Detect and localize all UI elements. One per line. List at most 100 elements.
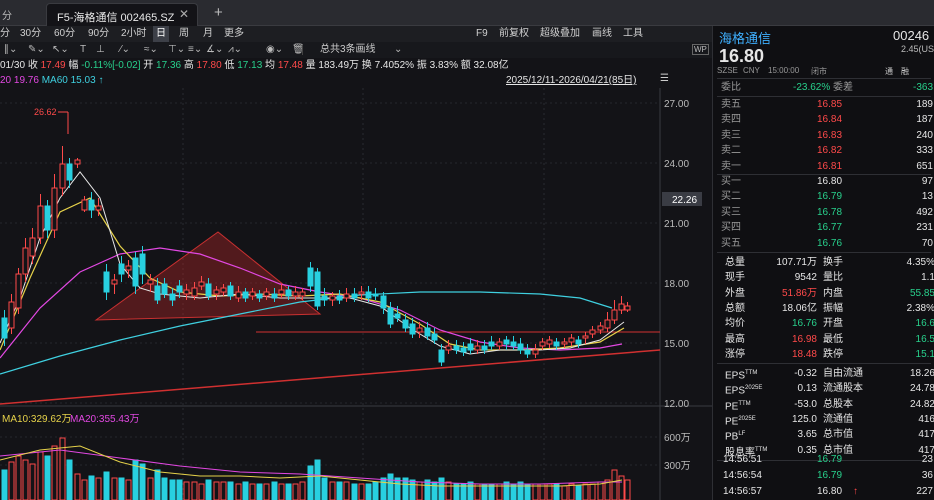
info-open-label: 开	[143, 60, 154, 71]
volume-bar	[285, 483, 292, 500]
toolbar-f9[interactable]: F9	[476, 26, 488, 42]
ask-label: 卖一	[721, 160, 741, 172]
volume-bar	[372, 481, 379, 500]
stat-label: 最低	[823, 333, 843, 345]
chevron-down-icon[interactable]: ⌄	[394, 42, 402, 58]
tab-stock[interactable]: F5-海格通信 002465.SZ ✕	[46, 3, 198, 26]
measure-icon[interactable]: ⊥	[96, 42, 105, 58]
candle-body	[15, 273, 22, 309]
stat-label: 总量	[725, 257, 745, 268]
info-vol-label: 量	[305, 60, 316, 71]
volume-bar	[256, 483, 263, 500]
pattern-tool-icon[interactable]: ∡⌄	[206, 42, 223, 58]
fin-label: 流通股本	[823, 383, 863, 395]
stat-value: 16.6	[915, 318, 934, 330]
wave-tool-icon[interactable]: ⩘⌄	[228, 42, 242, 58]
candle-body	[589, 329, 596, 335]
up-arrow-icon: ↑	[853, 485, 858, 497]
toolbar-partial-label[interactable]: 分	[2, 7, 12, 22]
volume-bar	[365, 483, 372, 500]
ruler-icon[interactable]: ✎⌄	[28, 42, 45, 58]
ask-label: 卖五	[721, 99, 741, 110]
stat-row: 总额 18.06亿 振幅 2.38%	[713, 301, 934, 316]
kline-chart[interactable]: 27.00 24.00 21.00 18.00 15.00 12.00 22.2…	[0, 88, 712, 500]
toolbar-overlay[interactable]: 超级叠加	[540, 26, 580, 42]
stat-label: 均价	[725, 318, 745, 330]
toolbar-qianfuquan[interactable]: 前复权	[499, 26, 529, 42]
volume-bar	[220, 481, 227, 500]
wp-icon[interactable]: WP	[692, 44, 709, 55]
volume-bar	[424, 479, 431, 500]
tick-price: 16.79	[817, 469, 843, 481]
candle-body	[604, 319, 611, 329]
fib-tool-icon[interactable]: ≡⌄	[188, 42, 202, 58]
volume-bar	[183, 481, 190, 500]
candle-body	[394, 313, 401, 319]
volume-bar	[611, 469, 618, 500]
candle-body	[111, 279, 118, 285]
drawing-select[interactable]: 总共3条画线	[320, 42, 376, 58]
vol-tick-300: 300万	[664, 461, 691, 472]
candle-body	[242, 291, 249, 299]
volume-bar	[517, 481, 524, 500]
info-amount-label: 额	[460, 60, 471, 71]
volume-bar	[561, 485, 568, 500]
candle-body	[278, 289, 285, 295]
candle-body	[517, 343, 524, 351]
candle-body	[409, 323, 416, 335]
y-tick-18: 18.00	[664, 279, 689, 290]
period-more[interactable]: 更多	[224, 26, 244, 42]
period-week[interactable]: 周	[179, 26, 189, 42]
channel-tool-icon[interactable]: ≈⌄	[144, 42, 158, 58]
fin-label: 流通值	[823, 413, 853, 425]
quote-time: 15:00:00	[768, 66, 800, 75]
eye-icon[interactable]: ◉⌄	[266, 42, 283, 58]
bid-label: 买二	[721, 191, 741, 203]
candle-body	[51, 187, 58, 231]
ask-label: 卖三	[721, 129, 741, 141]
text-tool-icon[interactable]: T	[80, 42, 86, 58]
candle-body	[546, 339, 553, 345]
period-30m[interactable]: 30分	[20, 26, 41, 42]
info-date: 01/30	[0, 60, 26, 71]
volume-bar	[205, 479, 212, 500]
info-range-label: 幅	[68, 60, 79, 71]
ray-tool-icon[interactable]: ⁄⌄	[120, 42, 130, 58]
stat-label: 涨停	[725, 348, 745, 360]
candle-body	[510, 341, 517, 347]
toolbar-draw[interactable]: 画线	[592, 26, 612, 42]
candle-type-icon[interactable]: ∥⌄	[4, 42, 17, 58]
candle-body	[481, 345, 488, 351]
stat-value: 15.1	[915, 348, 934, 360]
period-2h[interactable]: 2小时	[121, 26, 147, 42]
stat-value: 18.06亿	[781, 302, 817, 314]
ask-row: 卖五 16.85 189	[713, 97, 934, 112]
close-icon[interactable]: ✕	[179, 7, 189, 21]
chart-settings-icon[interactable]: ☰	[660, 72, 669, 86]
date-range[interactable]: 2025/12/11-2026/04/21(85日)	[506, 74, 636, 88]
period-60m[interactable]: 60分	[54, 26, 75, 42]
cursor-icon[interactable]: ↖⌄	[52, 42, 69, 58]
info-open: 17.36	[156, 60, 182, 71]
add-tab-icon[interactable]: +	[214, 4, 223, 21]
candle-body	[365, 291, 372, 299]
candle-body	[22, 247, 29, 275]
period-day[interactable]: 日	[153, 26, 169, 42]
toolbar-tools[interactable]: 工具	[623, 26, 643, 42]
stat-row: 外盘 51.86万 内盘 55.85	[713, 286, 934, 301]
y-tick-12: 12.00	[664, 399, 689, 410]
volume-bar	[8, 461, 15, 500]
candle-body	[314, 271, 321, 307]
period-90m[interactable]: 90分	[88, 26, 109, 42]
ask-price: 16.82	[817, 145, 843, 157]
period-partial[interactable]: 分	[0, 26, 10, 42]
candle-body	[372, 293, 379, 297]
volume-bar	[74, 473, 81, 500]
candle-body	[467, 343, 474, 351]
info-amp: 3.83%	[429, 60, 458, 71]
period-month[interactable]: 月	[203, 26, 213, 42]
line-tool-icon[interactable]: ⊤⌄	[168, 42, 185, 58]
volume-bar	[88, 475, 95, 500]
stat-value: 16.5	[915, 333, 934, 345]
stat-value: 1.1	[921, 272, 934, 284]
